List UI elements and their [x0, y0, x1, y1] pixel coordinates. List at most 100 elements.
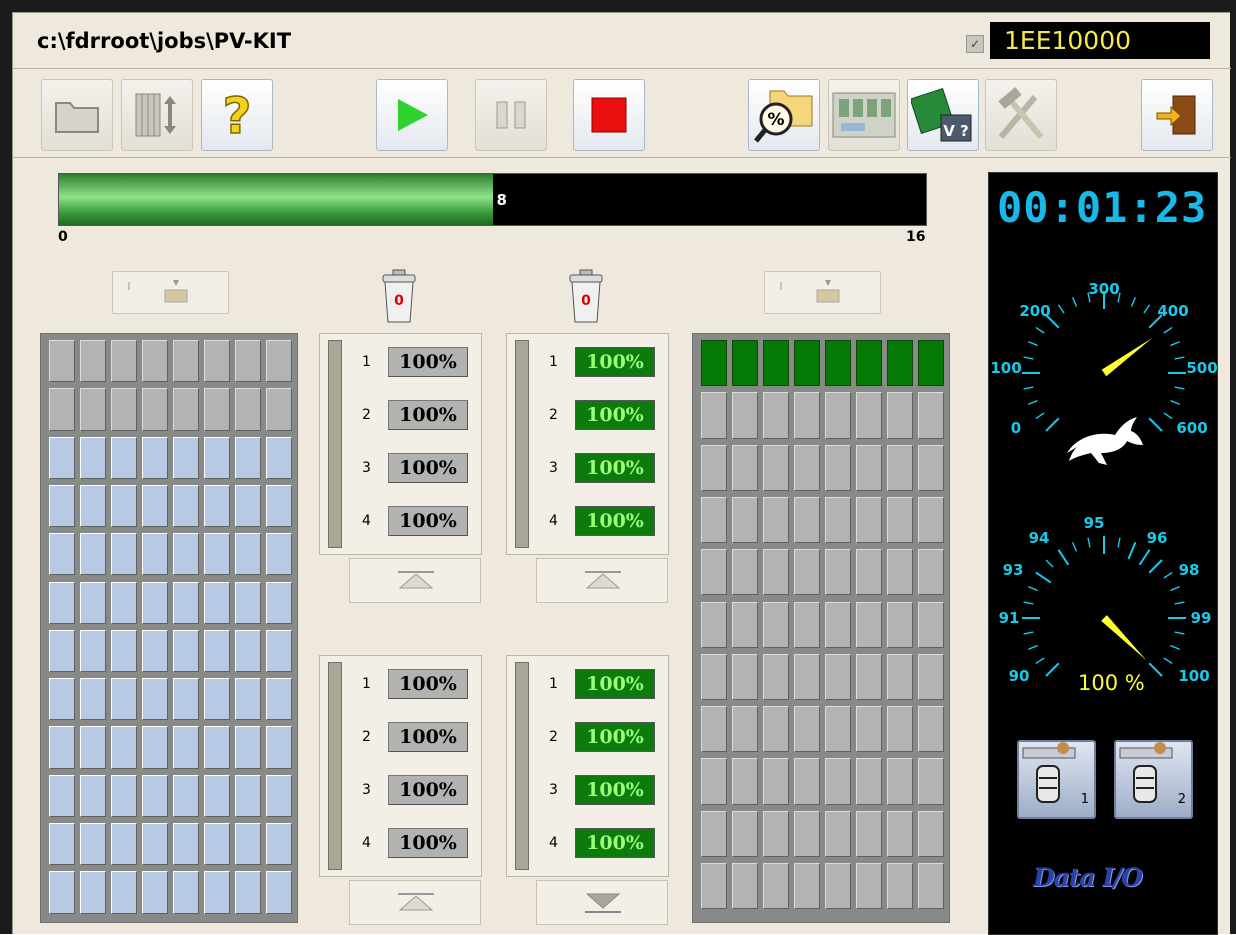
tray-pocket[interactable] [80, 823, 106, 866]
tray-pocket[interactable] [266, 388, 292, 431]
tray-pocket[interactable] [918, 496, 944, 544]
socket-1-button[interactable]: 1 [1017, 740, 1096, 819]
reject-bin-1[interactable]: 0 [379, 268, 419, 326]
tray-pocket[interactable] [49, 774, 75, 817]
tray-pocket[interactable] [918, 340, 944, 387]
run-button[interactable] [376, 79, 448, 151]
output-tray[interactable] [692, 333, 950, 923]
tray-pocket[interactable] [235, 629, 261, 673]
tray-pocket[interactable] [111, 484, 137, 528]
tray-pocket[interactable] [204, 726, 230, 769]
tray-pocket[interactable] [49, 871, 75, 914]
tray-pocket[interactable] [918, 758, 944, 805]
tray-pocket[interactable] [763, 653, 789, 701]
tray-pocket[interactable] [80, 774, 106, 817]
tray-pocket[interactable] [794, 549, 820, 596]
tray-pocket[interactable] [825, 444, 851, 491]
tray-pocket[interactable] [856, 706, 882, 753]
tray-pocket[interactable] [266, 533, 292, 576]
tray-pocket[interactable] [794, 758, 820, 805]
tray-pocket[interactable] [235, 726, 261, 769]
site-2-eject-button[interactable] [536, 558, 668, 603]
tray-pocket[interactable] [887, 863, 913, 910]
tray-pocket[interactable] [701, 444, 727, 491]
statistics-button[interactable]: % [748, 79, 820, 151]
tray-pocket[interactable] [763, 601, 789, 648]
checksum-icon[interactable]: ✓ [966, 35, 984, 53]
tray-pocket[interactable] [763, 340, 789, 387]
tray-pocket[interactable] [825, 601, 851, 648]
tray-pocket[interactable] [825, 863, 851, 910]
tray-pocket[interactable] [856, 863, 882, 910]
socket-row[interactable]: 3 100% [356, 453, 476, 483]
tray-pocket[interactable] [918, 444, 944, 491]
tray-pocket[interactable] [856, 340, 882, 387]
tray-pocket[interactable] [887, 601, 913, 648]
tray-pocket[interactable] [794, 653, 820, 701]
tray-pocket[interactable] [235, 581, 261, 624]
tray-pocket[interactable] [111, 871, 137, 914]
tray-pocket[interactable] [204, 823, 230, 866]
tray-pocket[interactable] [80, 871, 106, 914]
tray-pocket[interactable] [918, 392, 944, 439]
tray-pocket[interactable] [918, 549, 944, 596]
tray-pocket[interactable] [111, 340, 137, 383]
tray-pocket[interactable] [825, 810, 851, 857]
tray-pocket[interactable] [173, 581, 199, 624]
tray-pocket[interactable] [142, 484, 168, 528]
tray-pocket[interactable] [80, 484, 106, 528]
tray-pocket[interactable] [701, 496, 727, 544]
tray-pocket[interactable] [204, 629, 230, 673]
tray-pocket[interactable] [111, 823, 137, 866]
tray-pocket[interactable] [142, 436, 168, 479]
tray-pocket[interactable] [204, 436, 230, 479]
verify-button[interactable]: V ? [907, 79, 979, 151]
tray-pocket[interactable] [763, 496, 789, 544]
tray-pocket[interactable] [142, 871, 168, 914]
programming-site-2[interactable]: 1 100% 2 100% 3 100% 4 100% [506, 333, 669, 555]
tray-pocket[interactable] [266, 774, 292, 817]
stop-button[interactable] [573, 79, 645, 151]
tray-pocket[interactable] [111, 533, 137, 576]
tray-pocket[interactable] [732, 601, 758, 648]
tray-pocket[interactable] [235, 484, 261, 528]
tray-pocket[interactable] [825, 758, 851, 805]
tray-pocket[interactable] [266, 484, 292, 528]
tray-pocket[interactable] [80, 678, 106, 721]
tray-pocket[interactable] [887, 444, 913, 491]
tray-pocket[interactable] [732, 496, 758, 544]
tray-pocket[interactable] [111, 774, 137, 817]
tray-pocket[interactable] [204, 388, 230, 431]
socket-map-button[interactable] [828, 79, 900, 151]
tray-pocket[interactable] [856, 810, 882, 857]
tray-pocket[interactable] [794, 601, 820, 648]
tray-pocket[interactable] [266, 629, 292, 673]
socket-row[interactable]: 1 100% [356, 669, 476, 699]
tray-pocket[interactable] [732, 444, 758, 491]
socket-row[interactable]: 1 100% [543, 347, 663, 377]
tray-pocket[interactable] [204, 340, 230, 383]
tray-pocket[interactable] [142, 340, 168, 383]
tray-pocket[interactable] [266, 871, 292, 914]
socket-row[interactable]: 4 100% [356, 828, 476, 858]
tray-pocket[interactable] [173, 629, 199, 673]
tray-pocket[interactable] [235, 436, 261, 479]
tray-pocket[interactable] [732, 758, 758, 805]
tray-pocket[interactable] [701, 706, 727, 753]
tray-pocket[interactable] [794, 340, 820, 387]
tray-pocket[interactable] [732, 706, 758, 753]
tray-pocket[interactable] [235, 823, 261, 866]
tray-pocket[interactable] [825, 496, 851, 544]
tray-pocket[interactable] [856, 758, 882, 805]
socket-row[interactable]: 2 100% [543, 722, 663, 752]
tray-pocket[interactable] [763, 706, 789, 753]
tray-pocket[interactable] [80, 388, 106, 431]
tray-pocket[interactable] [111, 629, 137, 673]
tray-pocket[interactable] [763, 392, 789, 439]
tray-pocket[interactable] [173, 726, 199, 769]
tray-pocket[interactable] [80, 340, 106, 383]
tray-pocket[interactable] [204, 871, 230, 914]
site-4-load-button[interactable] [536, 880, 668, 925]
socket-2-button[interactable]: 2 [1114, 740, 1193, 819]
tray-pocket[interactable] [825, 653, 851, 701]
